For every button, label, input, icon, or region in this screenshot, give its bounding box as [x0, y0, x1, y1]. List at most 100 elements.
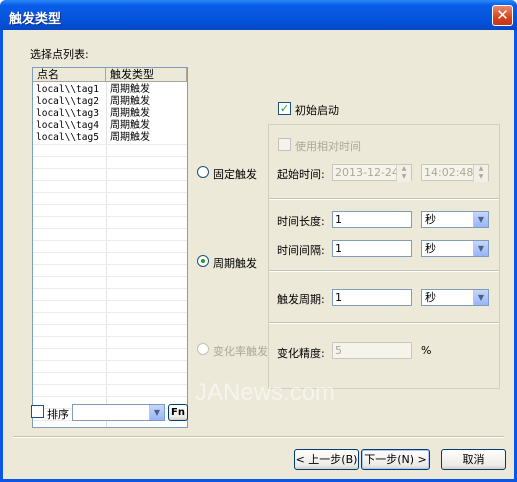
precision-input[interactable]: 5	[332, 342, 412, 359]
list-item-name: local\\tag4	[36, 120, 99, 131]
spin-down-icon[interactable]: ▼	[474, 173, 488, 181]
close-button[interactable]: ✕	[492, 5, 513, 26]
list-row-line	[33, 396, 187, 397]
title-bar[interactable]: 触发类型 ✕	[0, 0, 517, 30]
list-row-line	[33, 300, 187, 301]
list-row-line	[33, 180, 187, 181]
list-row-line	[33, 324, 187, 325]
list-item-name: local\\tag3	[36, 108, 99, 119]
sort-label: 排序	[47, 408, 69, 421]
cancel-button[interactable]: 取消	[441, 449, 506, 470]
use-relative-time-checkbox[interactable]	[278, 138, 291, 151]
fn-button[interactable]: Fn	[168, 404, 188, 421]
chevron-down-icon[interactable]: ▼	[473, 212, 488, 227]
start-time-value: 14:02:48	[424, 166, 474, 179]
list-row-line	[33, 348, 187, 349]
list-item[interactable]: local\\tag1 周期触发	[33, 84, 187, 96]
divider	[269, 322, 499, 324]
dialog-window: 触发类型 ✕ 选择点列表: 点名 触发类型 local\\tag1 周期触发 l…	[0, 0, 517, 482]
list-item-name: local\\tag1	[36, 84, 99, 95]
periodic-trigger-radio[interactable]	[197, 255, 209, 267]
period-unit-dropdown[interactable]: 秒 ▼	[421, 289, 489, 306]
interval-unit-dropdown[interactable]: 秒 ▼	[421, 240, 489, 257]
list-item-type: 周期触发	[110, 132, 150, 143]
use-relative-time-label: 使用相对时间	[295, 140, 361, 153]
chevron-down-icon[interactable]: ▼	[473, 290, 488, 305]
date-spinner[interactable]: ▲ ▼	[396, 165, 411, 182]
list-item[interactable]: local\\tag3 周期触发	[33, 108, 187, 120]
period-label: 触发周期:	[277, 293, 325, 306]
periodic-trigger-label: 周期触发	[213, 257, 257, 270]
start-date-value: 2013-12-24	[335, 166, 399, 179]
list-item[interactable]: local\\tag4 周期触发	[33, 120, 187, 132]
change-rate-trigger-label: 变化率触发	[213, 345, 268, 358]
start-time-field[interactable]: 14:02:48 ▲ ▼	[421, 164, 489, 182]
list-row-line	[33, 204, 187, 205]
column-header-name[interactable]: 点名	[33, 68, 106, 82]
radio-selected-dot	[201, 259, 205, 263]
list-item[interactable]: local\\tag2 周期触发	[33, 96, 187, 108]
list-row-line	[33, 360, 187, 361]
duration-input[interactable]: 1	[332, 211, 412, 228]
list-row-line	[33, 240, 187, 241]
chevron-down-icon[interactable]: ▼	[473, 241, 488, 256]
list-row-line	[33, 264, 187, 265]
list-row-line	[33, 252, 187, 253]
previous-button[interactable]: < 上一步(B)	[294, 449, 359, 470]
fixed-trigger-radio[interactable]	[197, 166, 209, 178]
list-item-type: 周期触发	[110, 96, 150, 107]
period-input[interactable]: 1	[332, 289, 412, 306]
list-item-type: 周期触发	[110, 120, 150, 131]
time-spinner[interactable]: ▲ ▼	[473, 165, 488, 182]
list-row-line	[33, 228, 187, 229]
points-list-label: 选择点列表:	[30, 48, 89, 61]
points-list[interactable]: 点名 触发类型 local\\tag1 周期触发 local\\tag2 周期触…	[32, 67, 188, 428]
duration-label: 时间长度:	[277, 215, 325, 228]
list-row-line	[33, 192, 187, 193]
interval-label: 时间间隔:	[277, 244, 325, 257]
precision-unit: %	[421, 344, 432, 357]
fixed-trigger-label: 固定触发	[213, 168, 257, 181]
list-item[interactable]: local\\tag5 周期触发	[33, 132, 187, 144]
footer-divider	[13, 436, 504, 438]
list-row-line	[33, 384, 187, 385]
points-list-header: 点名 触发类型	[33, 68, 187, 82]
list-item-name: local\\tag2	[36, 96, 99, 107]
column-header-type[interactable]: 触发类型	[106, 68, 187, 82]
list-row-line	[33, 372, 187, 373]
list-row-line	[33, 276, 187, 277]
list-row-line	[33, 144, 187, 145]
divider	[269, 270, 499, 272]
close-icon: ✕	[496, 6, 509, 24]
list-row-line	[33, 168, 187, 169]
spin-up-icon[interactable]: ▲	[474, 165, 488, 173]
list-item-type: 周期触发	[110, 84, 150, 95]
initial-start-label: 初始启动	[295, 104, 339, 117]
list-row-line	[33, 312, 187, 313]
period-unit-value: 秒	[425, 291, 436, 304]
spin-down-icon[interactable]: ▼	[397, 173, 411, 181]
duration-unit-value: 秒	[425, 213, 436, 226]
duration-unit-dropdown[interactable]: 秒 ▼	[421, 211, 489, 228]
list-row-line	[33, 156, 187, 157]
next-button[interactable]: 下一步(N) >	[361, 449, 430, 470]
sort-dropdown[interactable]: ▼	[72, 404, 165, 421]
divider	[269, 198, 499, 200]
sort-checkbox[interactable]	[31, 405, 44, 418]
start-date-field[interactable]: 2013-12-24 ▲ ▼	[332, 164, 412, 182]
interval-input[interactable]: 1	[332, 240, 412, 257]
chevron-down-icon[interactable]: ▼	[149, 405, 164, 420]
initial-start-checkbox[interactable]: ✓	[278, 102, 291, 115]
list-row-line	[33, 336, 187, 337]
list-row-line	[33, 288, 187, 289]
spin-up-icon[interactable]: ▲	[397, 165, 411, 173]
start-time-label: 起始时间:	[277, 168, 325, 181]
watermark: JANews.com	[195, 379, 336, 406]
window-title: 触发类型	[9, 12, 62, 27]
change-rate-trigger-radio[interactable]	[197, 343, 209, 355]
precision-label: 变化精度:	[277, 347, 325, 360]
dialog-body: 选择点列表: 点名 触发类型 local\\tag1 周期触发 local\\t…	[3, 30, 514, 479]
list-row-line	[33, 216, 187, 217]
interval-unit-value: 秒	[425, 242, 436, 255]
list-item-name: local\\tag5	[36, 132, 99, 143]
